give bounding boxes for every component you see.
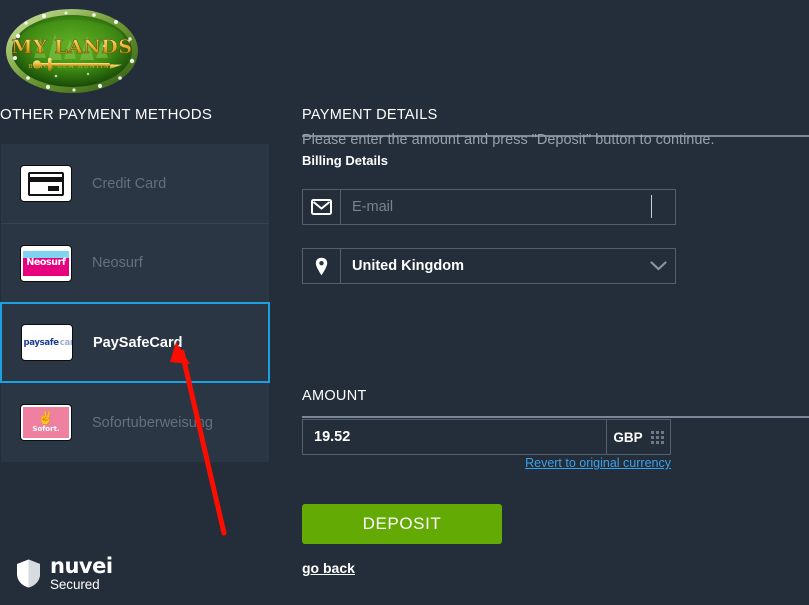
- paysafecard-icon: paysafecard: [21, 324, 73, 361]
- paysafe-word-b: card: [59, 337, 72, 348]
- envelope-icon: [303, 190, 341, 224]
- sidebar-item-paysafecard[interactable]: paysafecard PaySafeCard: [0, 302, 270, 383]
- nuvei-subtitle: Secured: [50, 577, 100, 592]
- country-select[interactable]: United Kingdom: [302, 248, 676, 284]
- paysafe-bag-icon: [22, 335, 23, 347]
- email-field-row[interactable]: [302, 189, 676, 225]
- payment-methods-list: Credit Card Neosurf Neosurf paysafe ca P…: [0, 144, 270, 462]
- email-input[interactable]: [341, 190, 675, 224]
- amount-input[interactable]: [302, 419, 607, 455]
- sidebar-item-sofortuberweisung[interactable]: ✌ Sofort. Sofortuberweisung: [1, 383, 269, 462]
- payment-details-title: PAYMENT DETAILS: [302, 107, 438, 123]
- grid-icon: [650, 430, 664, 444]
- payment-details-panel: PAYMENT DETAILS Please enter the amount …: [302, 0, 809, 605]
- nuvei-name: nuvei: [50, 554, 113, 578]
- go-back-link[interactable]: go back: [302, 560, 355, 576]
- brand-logo-subtitle: BLACK GEM HUNTING: [28, 64, 115, 70]
- currency-label: GBP: [613, 429, 643, 445]
- neosurf-wordmark: Neosurf: [26, 256, 66, 268]
- country-select-value: United Kingdom: [352, 258, 464, 274]
- sidebar-item-label: PaySafeCard: [93, 334, 183, 351]
- sidebar: MY LANDS BLACK GEM HUNTING OTHER PAYMENT…: [0, 0, 276, 605]
- shield-icon: [17, 559, 40, 588]
- sidebar-title: OTHER PAYMENT METHODS: [0, 106, 213, 123]
- email-text-caret: [651, 195, 652, 218]
- amount-field-row: GBP: [302, 419, 671, 455]
- payment-page: MY LANDS BLACK GEM HUNTING OTHER PAYMENT…: [0, 0, 809, 605]
- brand-logo-title: MY LANDS: [12, 36, 133, 58]
- sofort-hand-icon: ✌: [37, 410, 55, 425]
- amount-title: AMOUNT: [302, 388, 367, 404]
- paysafe-word-a: paysafe: [23, 337, 59, 348]
- currency-selector[interactable]: GBP: [607, 419, 671, 455]
- sidebar-item-credit-card[interactable]: Credit Card: [1, 144, 269, 223]
- sidebar-item-label: Sofortuberweisung: [92, 414, 213, 431]
- sidebar-item-neosurf[interactable]: Neosurf Neosurf: [1, 223, 269, 302]
- sofort-icon: ✌ Sofort.: [20, 404, 72, 441]
- billing-details-label: Billing Details: [302, 153, 388, 168]
- revert-currency-link[interactable]: Revert to original currency: [302, 456, 671, 470]
- map-pin-icon: [303, 249, 341, 283]
- neosurf-icon: Neosurf: [20, 244, 72, 282]
- amount-divider: [302, 416, 809, 418]
- instruction-text: Please enter the amount and press "Depos…: [302, 132, 715, 148]
- chevron-down-icon[interactable]: [641, 249, 675, 283]
- nuvei-secured-logo: nuvei Secured: [16, 556, 113, 592]
- deposit-button[interactable]: DEPOSIT: [302, 504, 502, 544]
- credit-card-icon: [20, 165, 72, 202]
- sidebar-item-label: Neosurf: [92, 255, 143, 271]
- brand-logo: MY LANDS BLACK GEM HUNTING: [6, 9, 138, 93]
- sofort-wordmark: Sofort.: [32, 425, 60, 433]
- sidebar-item-label: Credit Card: [92, 175, 167, 192]
